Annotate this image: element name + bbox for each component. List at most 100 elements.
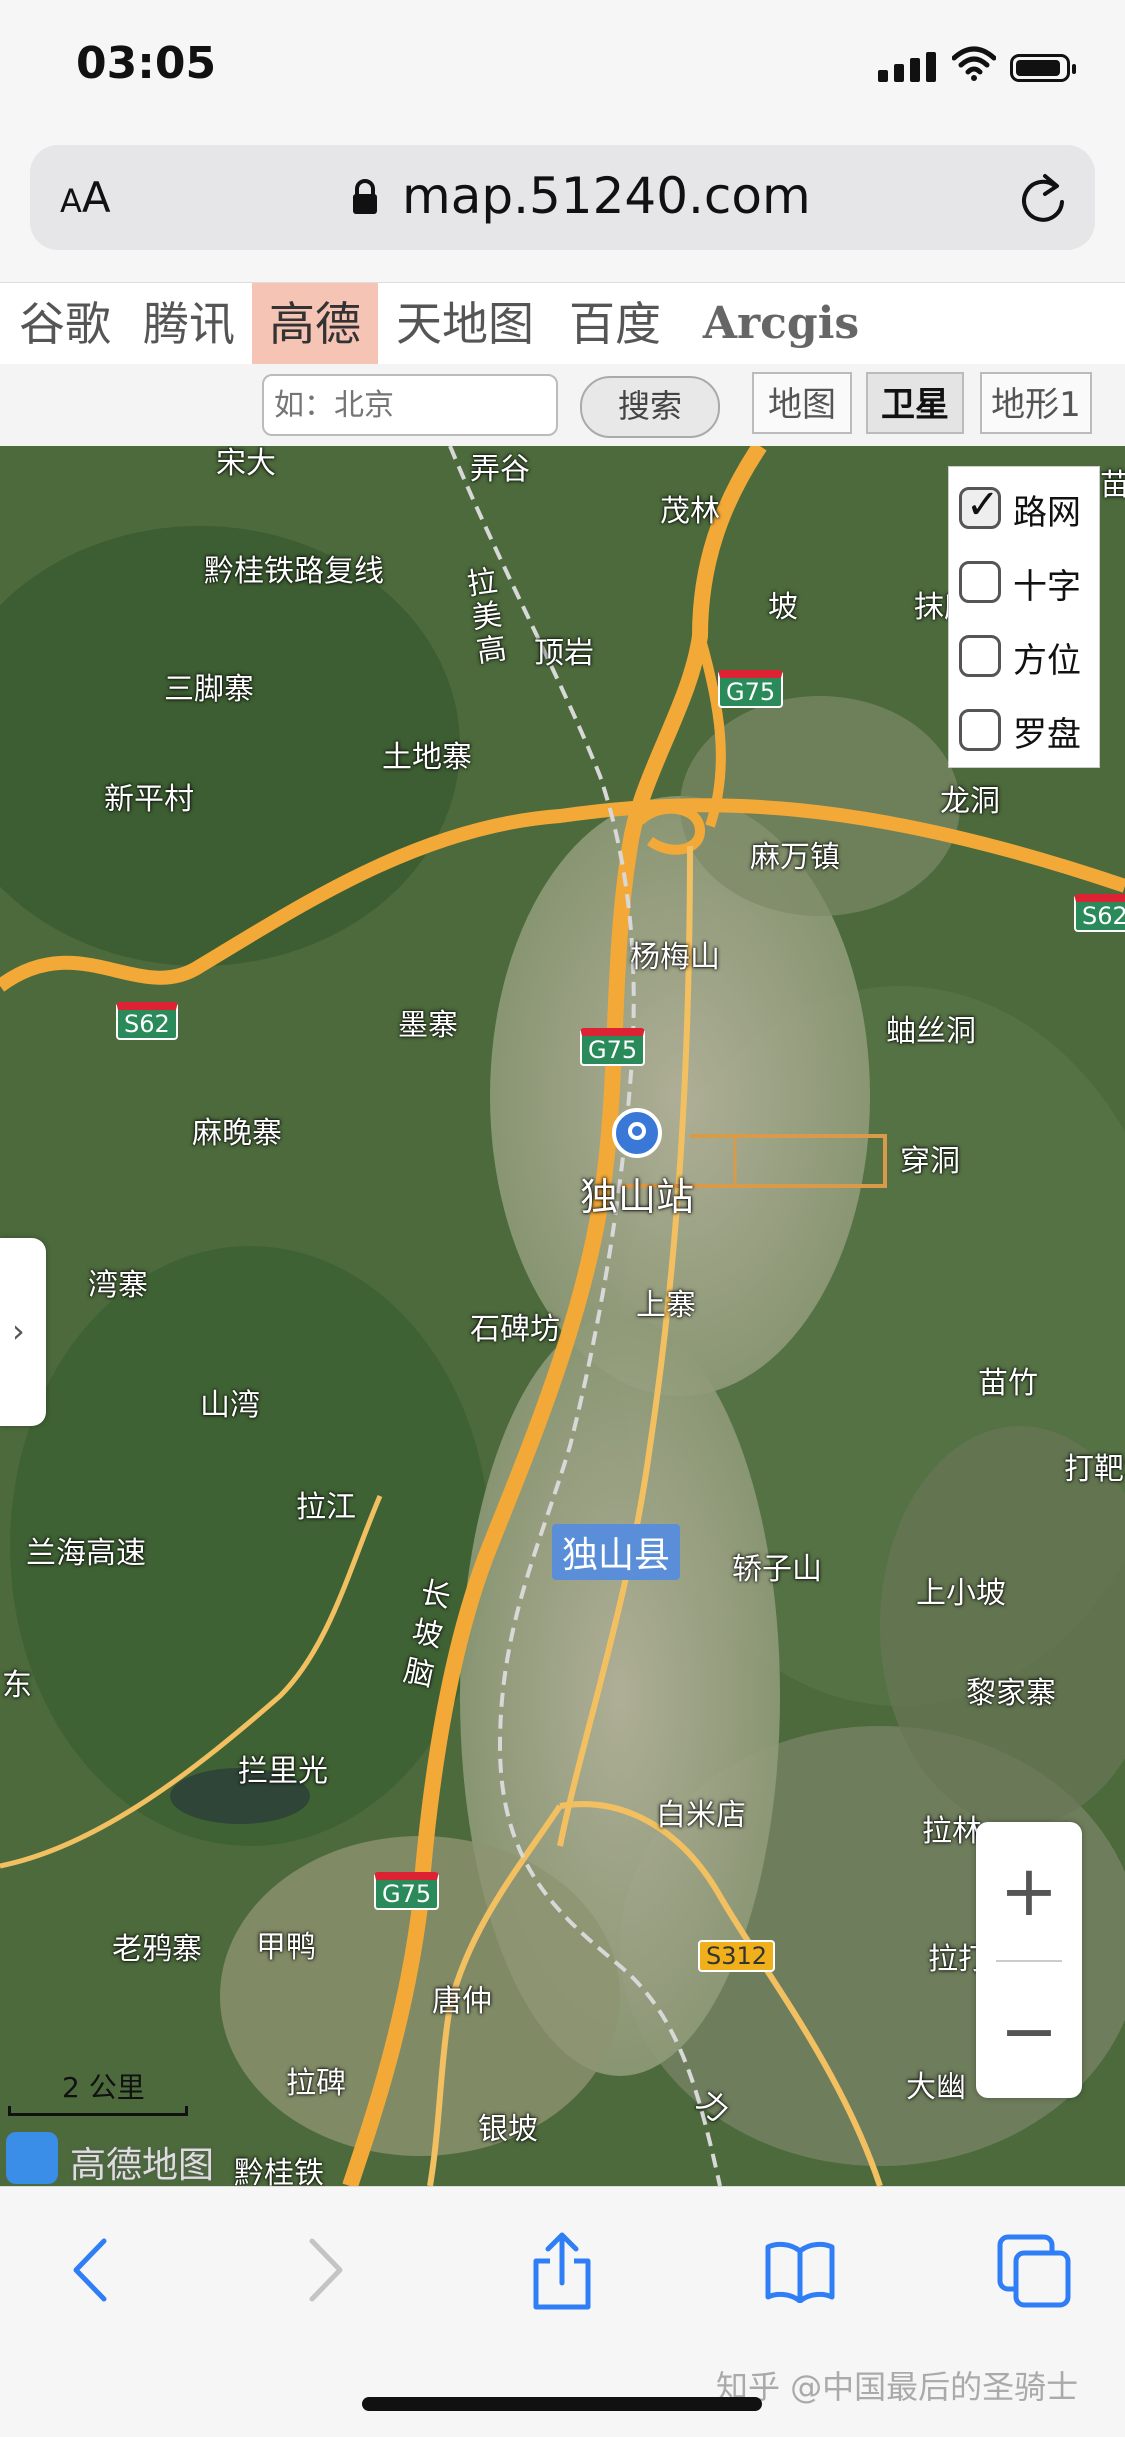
county-label[interactable]: 独山县 <box>552 1524 681 1580</box>
tab-tencent[interactable]: 腾讯 <box>130 283 248 365</box>
lock-icon <box>353 179 377 214</box>
place-label: 麻晚寨 <box>192 1116 282 1151</box>
watermark: 知乎 @中国最后的圣骑士 <box>716 2368 1079 2406</box>
place-label: 大幽 <box>906 2070 966 2105</box>
place-label: 苗 <box>1100 468 1125 503</box>
road-shield: S62 <box>1074 894 1125 932</box>
place-label: 拦里光 <box>238 1754 328 1789</box>
place-label: 麻万镇 <box>750 840 840 875</box>
tab-baidu[interactable]: 百度 <box>556 283 674 365</box>
place-label: 三脚寨 <box>164 672 254 707</box>
road-shield: S312 <box>698 1940 776 1972</box>
map-toolbar: 搜索 地图 卫星 地形1 <box>0 364 1125 446</box>
chevron-right-icon: › <box>12 1312 25 1350</box>
place-label: 茂林 <box>660 494 720 529</box>
overlay-label: 路网 <box>1013 493 1081 533</box>
tab-tianditu[interactable]: 天地图 <box>384 283 546 365</box>
status-time: 03:05 <box>76 38 217 89</box>
road-shield: S62 <box>116 1002 178 1040</box>
place-label: 山湾 <box>200 1388 260 1423</box>
road-shield: G75 <box>374 1872 440 1910</box>
place-label: 上小坡 <box>916 1576 1006 1611</box>
tab-gaode[interactable]: 高德 <box>252 283 378 365</box>
place-label: 墨寨 <box>398 1008 458 1043</box>
place-label: 甲鸭 <box>256 1930 316 1965</box>
logo-text: 高德地图 <box>70 2145 215 2186</box>
checkbox[interactable] <box>959 561 1001 603</box>
checkbox[interactable] <box>959 709 1001 751</box>
place-label: 白米店 <box>656 1798 746 1833</box>
place-label: 宋大 <box>216 446 276 481</box>
place-label: 黔桂铁 <box>234 2156 324 2186</box>
zoom-control: + − <box>976 1822 1082 2098</box>
maptype-terrain-button[interactable]: 地形1 <box>980 372 1092 434</box>
place-label: 黔桂铁路复线 <box>204 554 384 589</box>
search-button[interactable]: 搜索 <box>580 376 720 438</box>
place-label: 苗竹 <box>978 1366 1038 1401</box>
checkbox-checked[interactable] <box>959 482 1001 529</box>
place-label: 老鸦寨 <box>112 1932 202 1967</box>
zoom-in-button[interactable]: + <box>976 1822 1082 1960</box>
status-bar: 03:05 <box>0 0 1125 132</box>
provider-tabs: 谷歌 腾讯 高德 天地图 百度 Arcgis <box>0 282 1125 365</box>
scale-bar <box>8 2106 188 2116</box>
station-label[interactable]: 独山站 <box>580 1166 694 1221</box>
place-label: 上寨 <box>636 1288 696 1323</box>
address-bar[interactable]: AA map.51240.com <box>30 145 1095 250</box>
place-label: 穿洞 <box>900 1144 960 1179</box>
tabs-icon[interactable] <box>996 2233 1072 2309</box>
place-label: 拉林 <box>922 1814 982 1849</box>
gaode-logo-icon <box>6 2132 58 2184</box>
road-shield: G75 <box>718 670 784 708</box>
overlay-compass-toggle[interactable]: 罗盘 <box>959 695 1099 765</box>
wifi-icon <box>952 46 996 81</box>
tab-google[interactable]: 谷歌 <box>6 283 124 365</box>
home-indicator[interactable] <box>362 2397 762 2411</box>
maptype-map-button[interactable]: 地图 <box>752 372 852 434</box>
place-label: 拉碑 <box>286 2066 346 2101</box>
place-label: 顶岩 <box>534 636 594 671</box>
train-station-icon[interactable] <box>612 1108 662 1158</box>
place-label: 土地寨 <box>382 740 472 775</box>
forward-icon[interactable] <box>306 2237 346 2303</box>
place-label: 湾寨 <box>88 1268 148 1303</box>
overlay-roadnet-toggle[interactable]: 路网 <box>959 473 1099 543</box>
overlay-panel: 路网 十字 方位 罗盘 <box>948 466 1100 768</box>
checkbox[interactable] <box>959 635 1001 677</box>
url-text[interactable]: map.51240.com <box>402 167 811 225</box>
overlay-label: 十字 <box>1013 567 1081 607</box>
battery-icon <box>1010 54 1076 82</box>
back-icon[interactable] <box>70 2237 110 2303</box>
side-panel-toggle[interactable]: › <box>0 1238 46 1426</box>
place-label: 兰海高速 <box>26 1536 146 1571</box>
bookmarks-icon[interactable] <box>764 2239 836 2303</box>
place-label: 坡 <box>768 590 798 625</box>
text-size-button[interactable]: AA <box>60 173 111 222</box>
place-label: 唐仲 <box>432 1984 492 2019</box>
place-label: 拉江 <box>296 1490 356 1525</box>
maptype-satellite-button[interactable]: 卫星 <box>866 372 964 434</box>
zoom-out-button[interactable]: − <box>976 1962 1082 2100</box>
place-label: 弄谷 <box>470 452 530 487</box>
place-label: 新平村 <box>104 782 194 817</box>
place-label: 黎家寨 <box>966 1676 1056 1711</box>
place-label: 打靶场 <box>1064 1452 1125 1487</box>
scale-label: 2 公里 <box>62 2071 145 2104</box>
overlay-crosshair-toggle[interactable]: 十字 <box>959 547 1099 617</box>
share-icon[interactable] <box>530 2231 594 2311</box>
place-label: 东 <box>2 1668 32 1703</box>
place-label: 蚰丝洞 <box>886 1014 976 1049</box>
overlay-bearing-toggle[interactable]: 方位 <box>959 621 1099 691</box>
road-shield: G75 <box>580 1028 646 1066</box>
tab-arcgis[interactable]: Arcgis <box>686 283 876 365</box>
place-label: 轿子山 <box>732 1552 822 1587</box>
reload-icon[interactable] <box>1017 170 1069 226</box>
search-input[interactable] <box>262 374 558 436</box>
place-label: 石碑坊 <box>470 1312 560 1347</box>
place-label: 龙洞 <box>940 784 1000 819</box>
place-label: 杨梅山 <box>630 940 720 975</box>
overlay-label: 方位 <box>1013 641 1081 681</box>
cellular-signal-icon <box>878 52 942 82</box>
overlay-label: 罗盘 <box>1013 715 1081 755</box>
place-label: 银坡 <box>478 2112 538 2147</box>
